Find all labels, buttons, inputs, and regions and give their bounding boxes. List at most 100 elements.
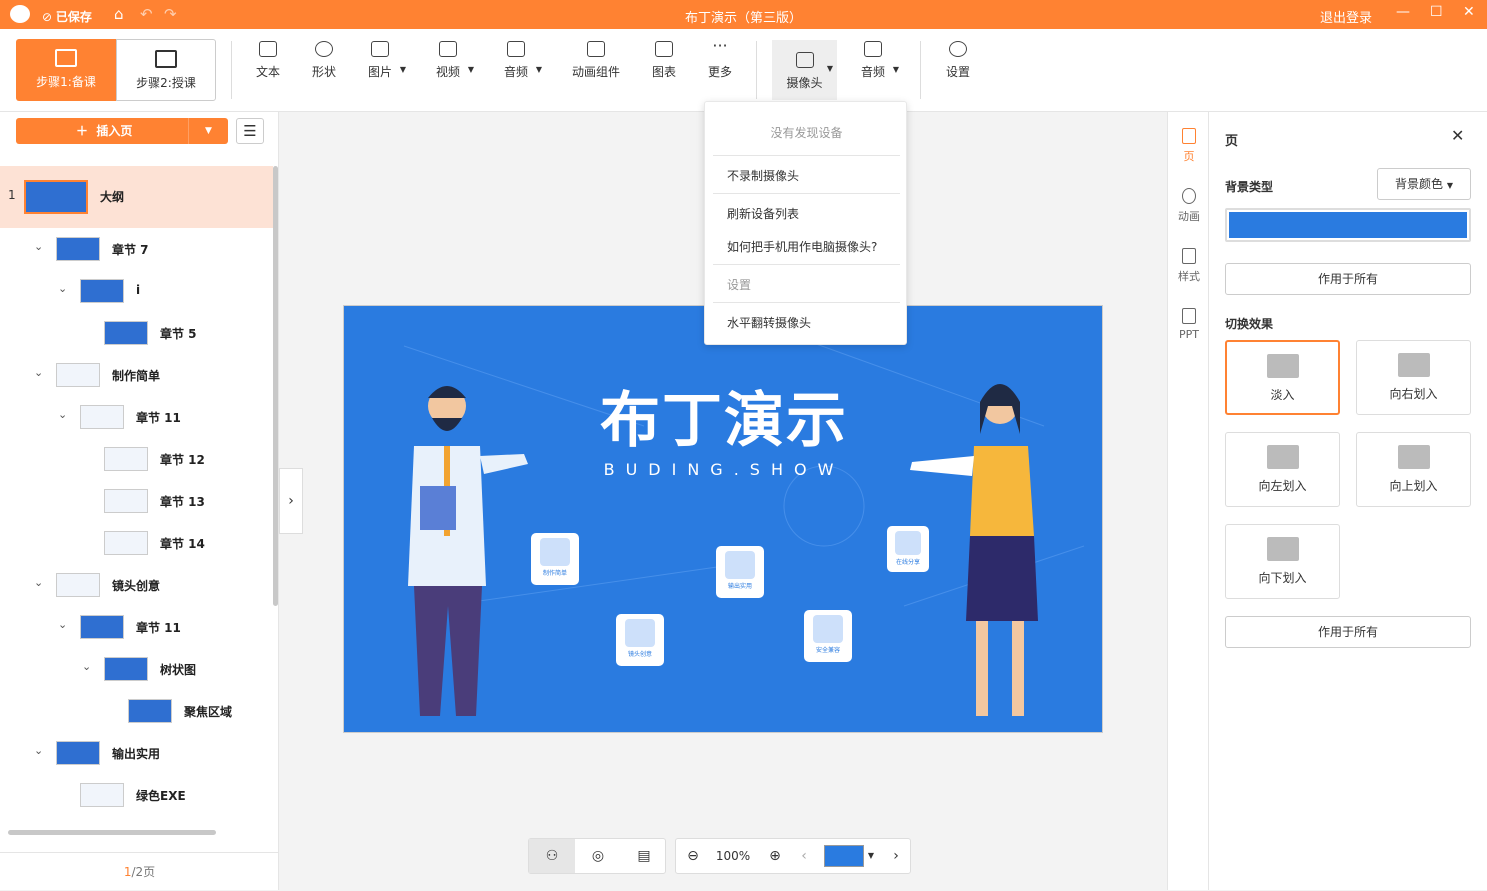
- transition-label: 向右划入: [1389, 387, 1438, 401]
- collapse-panel-button[interactable]: ›: [279, 468, 303, 534]
- vertical-scrollbar[interactable]: [273, 166, 278, 606]
- menu-item-phone-as-camera[interactable]: 如何把手机用作电脑摄像头?: [727, 238, 877, 255]
- outline-item[interactable]: ⌄ 输出实用: [0, 732, 273, 774]
- chevron-down-icon[interactable]: ⌄: [34, 576, 43, 589]
- tab-style[interactable]: 样式: [1168, 248, 1210, 284]
- step1-button[interactable]: 步骤1:备课: [16, 39, 116, 101]
- chevron-down-icon: ▼: [399, 65, 406, 74]
- outline-item[interactable]: 1 大纲: [0, 166, 273, 228]
- outline-item[interactable]: 聚焦区域: [0, 690, 273, 732]
- presenter-view-icon[interactable]: ⚇: [529, 839, 575, 873]
- outline-item[interactable]: 章节 5: [0, 312, 273, 354]
- transition-slide-right[interactable]: 向右划入: [1356, 340, 1471, 415]
- tab-animation[interactable]: 动画: [1168, 188, 1210, 224]
- hamburger-menu-icon[interactable]: ☰: [236, 118, 264, 144]
- menu-item-camera-settings[interactable]: 设置: [727, 276, 751, 293]
- audio-tool-button[interactable]: 音频 ▼: [486, 41, 546, 80]
- transition-slide-left[interactable]: 向左划入: [1225, 432, 1340, 507]
- outline-item[interactable]: ⌄ 镜头创意: [0, 564, 273, 606]
- transition-effect-label: 切换效果: [1225, 317, 1274, 331]
- camera-dropdown-menu: 没有发现设备 不录制摄像头 刷新设备列表 如何把手机用作电脑摄像头? 设置 水平…: [704, 101, 907, 345]
- next-page-icon[interactable]: ›: [882, 839, 910, 873]
- audio-record-icon: [864, 41, 882, 57]
- close-icon[interactable]: ✕: [1451, 126, 1464, 145]
- background-color-picker[interactable]: [1225, 208, 1471, 242]
- image-tool-button[interactable]: 图片 ▼: [350, 41, 410, 80]
- shape-tool-button[interactable]: 形状: [294, 41, 354, 80]
- feature-card[interactable]: 制作简单: [531, 533, 579, 585]
- animation-component-button[interactable]: 动画组件: [566, 41, 626, 80]
- slide-thumbnail: [56, 573, 100, 597]
- transition-slide-up[interactable]: 向上划入: [1356, 432, 1471, 507]
- chevron-down-icon[interactable]: ▼: [188, 118, 228, 144]
- insert-page-button[interactable]: ＋ 插入页 ▼: [16, 118, 228, 144]
- feature-card-picture: [540, 538, 570, 566]
- step2-button[interactable]: 步骤2:授课: [116, 39, 216, 101]
- outline-item[interactable]: ⌄ 章节 7: [0, 228, 273, 270]
- horizontal-scrollbar[interactable]: [8, 830, 216, 835]
- tab-page[interactable]: 页: [1168, 128, 1210, 164]
- slide-canvas[interactable]: 布丁演示 BUDING.SHOW 制作简单 输出实用 在线分享 镜头创意 安全兼…: [343, 305, 1103, 733]
- zoom-in-icon[interactable]: ⊕: [758, 839, 792, 873]
- tool-label: 动画组件: [571, 65, 620, 79]
- outline-item[interactable]: ⌄ i: [0, 270, 273, 312]
- chevron-down-icon[interactable]: ⌄: [34, 240, 43, 253]
- outline-item[interactable]: ⌄ 制作简单: [0, 354, 273, 396]
- chevron-down-icon[interactable]: ⌄: [58, 282, 67, 295]
- background-type-select[interactable]: 背景颜色 ▼: [1377, 168, 1471, 200]
- outline-item[interactable]: ⌄ 章节 11: [0, 396, 273, 438]
- transition-slide-down[interactable]: 向下划入: [1225, 524, 1340, 599]
- outline-item[interactable]: 章节 13: [0, 480, 273, 522]
- close-window-icon[interactable]: ✕: [1463, 4, 1475, 20]
- chart-tool-button[interactable]: 图表: [634, 41, 694, 80]
- chevron-down-icon[interactable]: ⌄: [58, 408, 67, 421]
- feature-card[interactable]: 在线分享: [887, 526, 929, 572]
- settings-tool-button[interactable]: 设置: [928, 41, 988, 80]
- slide-subtitle[interactable]: BUDING.SHOW: [344, 460, 1102, 479]
- maximize-icon[interactable]: ☐: [1430, 4, 1443, 20]
- video-tool-button[interactable]: 视频 ▼: [418, 41, 478, 80]
- slide-thumbnail: [56, 237, 100, 261]
- outline-item[interactable]: 章节 12: [0, 438, 273, 480]
- logout-button[interactable]: 退出登录: [1320, 7, 1372, 26]
- slide-background-graphic: [403, 335, 1085, 716]
- title-bar: ⊘ 已保存 ⌂ ↶ ↷ 布丁演示（第三版） 退出登录 — ☐ ✕: [0, 0, 1487, 29]
- more-tool-button[interactable]: ··· 更多: [690, 38, 750, 80]
- chevron-down-icon[interactable]: ⌄: [34, 366, 43, 379]
- apply-all-transition-button[interactable]: 作用于所有: [1225, 616, 1471, 648]
- outline-item[interactable]: ⌄ 树状图: [0, 648, 273, 690]
- transition-label: 淡入: [1270, 388, 1295, 402]
- feature-card-picture: [625, 619, 655, 647]
- outline-label: 章节 12: [160, 453, 205, 467]
- menu-item-flip-camera[interactable]: 水平翻转摄像头: [727, 314, 811, 331]
- chevron-down-icon[interactable]: ⌄: [58, 618, 67, 631]
- feature-card[interactable]: 镜头创意: [616, 614, 664, 666]
- camera-tool-button[interactable]: 摄像头 ▼: [772, 40, 837, 100]
- minimize-icon[interactable]: —: [1396, 4, 1410, 20]
- toolbar-divider: [231, 41, 232, 99]
- menu-item-refresh-devices[interactable]: 刷新设备列表: [727, 205, 799, 222]
- outline-item[interactable]: ⌄ 章节 11: [0, 606, 273, 648]
- chevron-down-icon[interactable]: ▼: [864, 839, 878, 873]
- audio-record-button[interactable]: 音频 ▼: [843, 41, 903, 80]
- menu-item-no-record-camera[interactable]: 不录制摄像头: [727, 167, 799, 184]
- prev-page-icon[interactable]: ‹: [792, 839, 816, 873]
- feature-card[interactable]: 输出实用: [716, 546, 764, 598]
- current-slide-thumbnail[interactable]: [824, 845, 864, 867]
- feature-card-picture: [813, 615, 843, 643]
- chevron-down-icon[interactable]: ⌄: [82, 660, 91, 673]
- zoom-out-icon[interactable]: ⊖: [676, 839, 710, 873]
- chevron-down-icon[interactable]: ⌄: [34, 744, 43, 757]
- slide-title[interactable]: 布丁演示: [344, 372, 1102, 459]
- apply-all-background-button[interactable]: 作用于所有: [1225, 263, 1471, 295]
- feature-card[interactable]: 安全兼容: [804, 610, 852, 662]
- notes-view-icon[interactable]: ▤: [621, 839, 667, 873]
- outline-label: 章节 7: [112, 243, 149, 257]
- tab-ppt[interactable]: PPT: [1168, 308, 1210, 341]
- outline-item[interactable]: 章节 14: [0, 522, 273, 564]
- tool-label: 摄像头: [786, 76, 823, 90]
- outline-item[interactable]: 绿色EXE: [0, 774, 273, 816]
- transition-fade[interactable]: 淡入: [1225, 340, 1340, 415]
- camera-view-icon[interactable]: ◎: [575, 839, 621, 873]
- text-tool-button[interactable]: 文本: [238, 41, 298, 80]
